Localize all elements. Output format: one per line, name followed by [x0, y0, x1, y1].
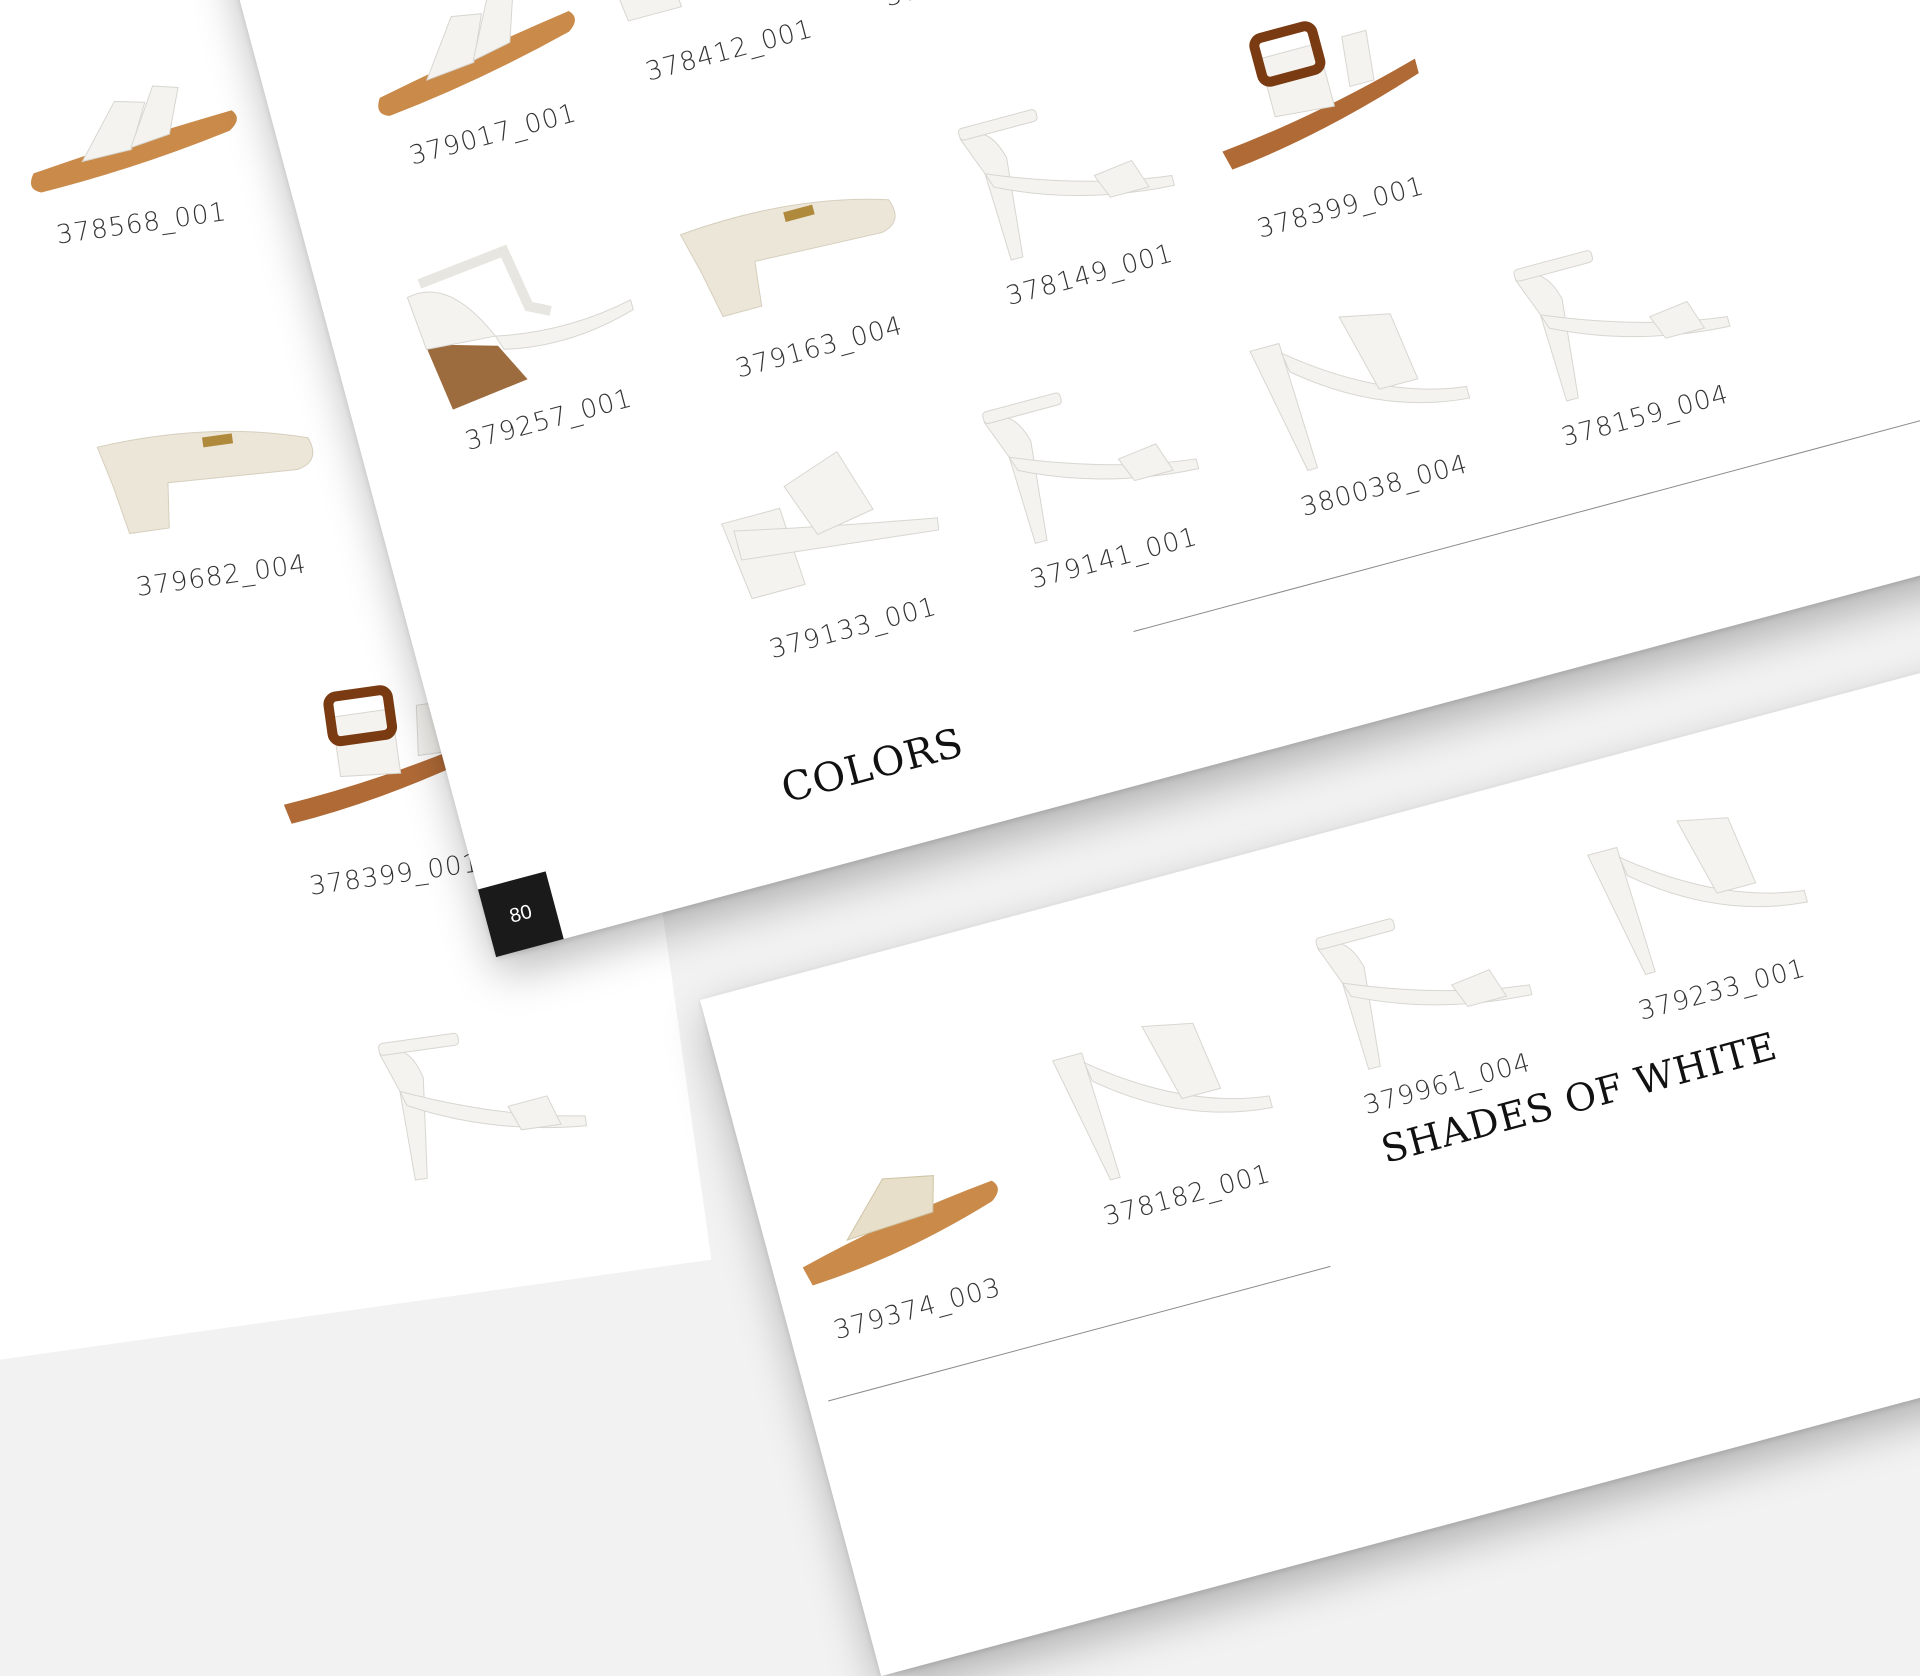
product-item[interactable] — [336, 993, 625, 1257]
product-item[interactable]: 380038_004 — [1208, 264, 1519, 553]
shoe-icon — [0, 14, 257, 216]
product-sku: 378413_004 — [839, 0, 1098, 25]
product-item[interactable]: 379141_001 — [938, 337, 1249, 626]
product-item[interactable]: 379682_004 — [66, 365, 355, 629]
product-item[interactable]: 379163_004 — [643, 126, 954, 415]
shoe-icon — [76, 366, 337, 568]
product-item[interactable]: 378159_004 — [1469, 194, 1780, 483]
product-item[interactable]: 378182_001 — [1011, 974, 1322, 1263]
product-item[interactable]: 378568_001 — [0, 13, 275, 277]
product-item[interactable]: 379374_003 — [741, 1087, 1052, 1376]
section-heading: COLORS — [776, 719, 969, 813]
product-item[interactable]: 379017_001 — [317, 0, 628, 202]
shoe-icon — [346, 995, 607, 1197]
product-item[interactable]: 379133_001 — [677, 406, 988, 695]
product-item[interactable]: 379257_001 — [373, 198, 684, 487]
product-item[interactable]: 379233_001 — [1546, 768, 1857, 1057]
